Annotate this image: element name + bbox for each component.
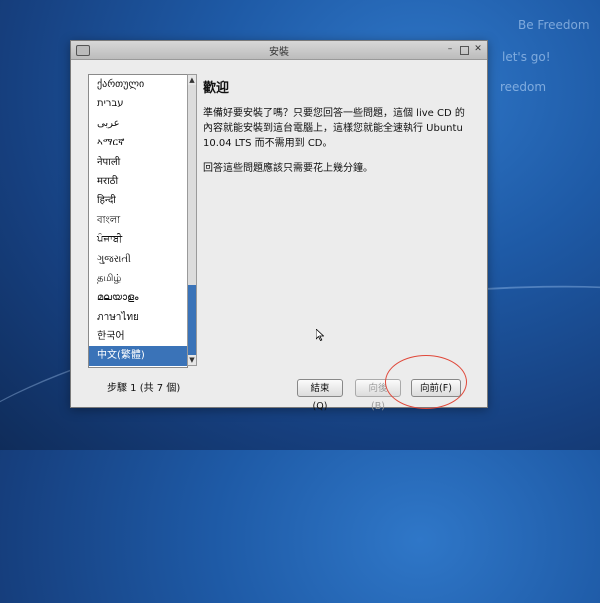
language-item[interactable]: বাংলা: [89, 211, 187, 230]
scrollbar-thumb[interactable]: [188, 285, 196, 357]
mouse-pointer-icon: [316, 329, 324, 341]
quit-button[interactable]: 結束(Q): [297, 379, 343, 412]
desktop-text-line-3: reedom: [500, 80, 547, 94]
language-item[interactable]: नेपाली: [89, 153, 187, 172]
desktop-text-line-1: Be Freedom: [518, 18, 590, 32]
language-list[interactable]: ქართული עברית عربى ኣማርኛ नेपाली मराठी हिन्दी বাং…: [88, 74, 188, 368]
installer-window: 安裝 – ✕ ქართული עברית عربى ኣማርኛ नेपाली मराठी हि…: [70, 40, 488, 412]
window-title: 安裝: [269, 47, 289, 58]
language-item[interactable]: मराठी: [89, 172, 187, 191]
close-icon[interactable]: ✕: [473, 44, 483, 54]
welcome-content: 歡迎 準備好要安裝了嗎？只要您回答一些問題，這個 live CD 的內容就能安裝…: [203, 77, 473, 186]
language-item[interactable]: ኣማርኛ: [89, 133, 187, 152]
language-item[interactable]: 中文(繁體): [89, 346, 187, 366]
language-item[interactable]: عربى: [89, 114, 187, 133]
language-item[interactable]: עברית: [89, 94, 187, 113]
language-list-scrollbar[interactable]: ▲ ▼: [187, 74, 197, 366]
annotation-circle: [385, 355, 467, 409]
welcome-paragraph: 準備好要安裝了嗎？只要您回答一些問題，這個 live CD 的內容就能安裝到這台…: [203, 108, 465, 149]
language-item[interactable]: ગુજરાતી: [89, 250, 187, 269]
language-item[interactable]: தமிழ்: [89, 269, 187, 288]
language-item[interactable]: ภาษาไทย: [89, 308, 187, 327]
language-item[interactable]: ქართული: [89, 75, 187, 94]
minimize-icon[interactable]: –: [445, 44, 455, 54]
page-title: 歡迎: [203, 81, 230, 96]
step-indicator: 步驟 1 (共 7 個): [107, 383, 181, 394]
language-item[interactable]: മലയാളം: [89, 288, 187, 307]
scroll-up-icon[interactable]: ▲: [188, 75, 196, 85]
time-estimate-paragraph: 回答這些問題應該只需要花上幾分鐘。: [203, 163, 373, 174]
desktop-text-line-2: let's go!: [502, 50, 551, 64]
language-item[interactable]: हिन्दी: [89, 191, 187, 210]
language-item[interactable]: 한국어: [89, 327, 187, 346]
language-item[interactable]: ਪੰਜਾਬੀ: [89, 230, 187, 249]
language-item[interactable]: 中文(简体): [89, 366, 187, 367]
maximize-icon[interactable]: [460, 46, 469, 55]
title-bar[interactable]: 安裝 – ✕: [71, 41, 487, 60]
scroll-down-icon[interactable]: ▼: [188, 355, 196, 365]
